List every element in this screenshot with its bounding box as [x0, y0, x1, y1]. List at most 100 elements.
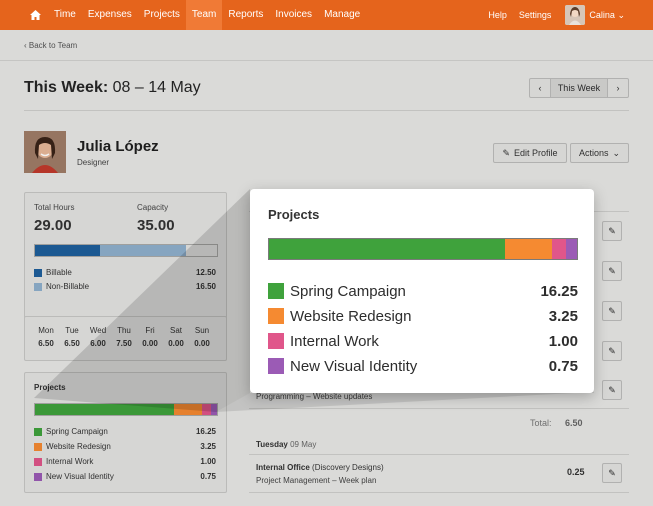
project-hours: 16.25: [540, 282, 578, 300]
nav-time[interactable]: Time: [48, 0, 82, 30]
projects-bar: [268, 238, 578, 260]
project-name: New Visual Identity: [46, 472, 114, 481]
project-swatch: [34, 457, 42, 466]
project-row: Website Redesign 3.25: [268, 307, 578, 325]
project-hours: 0.75: [548, 357, 578, 375]
daily-hours: Mon 6.50 Tue 6.50 Wed 6.00 Thu 7.50 Fri 0.00 Sat 0.…: [33, 326, 215, 348]
projects-mini-bar: [34, 403, 218, 416]
day-hours: 0.00: [194, 339, 210, 348]
total-hours-label: Total Hours: [34, 203, 75, 212]
project-name: Spring Campaign: [290, 282, 406, 300]
day-hours: 0.00: [142, 339, 158, 348]
entry-project-name: Internal Office: [256, 463, 310, 472]
nav-help[interactable]: Help: [482, 0, 513, 30]
edit-profile-button[interactable]: ✎ Edit Profile: [493, 143, 567, 163]
avatar[interactable]: [565, 5, 586, 25]
person-role: Designer: [77, 158, 110, 167]
capacity-label: Capacity: [137, 203, 169, 212]
entry-separator: –: [332, 476, 337, 485]
actions-button[interactable]: Actions ⌄: [570, 143, 629, 163]
entry-separator: –: [306, 392, 311, 401]
project-name: Spring Campaign: [46, 427, 108, 436]
project-name: Website Redesign: [46, 442, 111, 451]
non-billable-fill: [99, 245, 186, 256]
actions-label: Actions: [578, 148, 609, 158]
project-swatch: [268, 333, 284, 349]
billable-fill: [35, 245, 100, 256]
day-name: Wed: [89, 326, 107, 335]
project-name: Internal Work: [290, 332, 379, 350]
next-week-button[interactable]: ›: [608, 79, 628, 97]
entry-project: Internal Office (Discovery Designs): [256, 463, 384, 472]
user-menu[interactable]: Calina ⌄: [589, 10, 625, 21]
billable-value: 12.50: [195, 268, 216, 277]
pencil-icon: ✎: [608, 384, 616, 395]
hours-card: Total Hours 29.00 Capacity 35.00 Billabl…: [24, 192, 227, 328]
project-swatch: [34, 427, 42, 436]
day-name: Fri: [145, 326, 155, 335]
projects-card: Projects Spring Campaign 16.25 Website Red…: [24, 372, 227, 493]
day-name: Thu: [117, 326, 131, 335]
edit-entry-button[interactable]: ✎: [602, 341, 622, 361]
project-row: Internal Work 1.00: [268, 332, 578, 350]
day-hours: 7.50: [116, 339, 132, 348]
entry-hours: 0.25: [567, 467, 585, 477]
nav-manage[interactable]: Manage: [318, 0, 366, 30]
pencil-icon: ✎: [608, 265, 616, 276]
project-name: New Visual Identity: [290, 357, 418, 375]
nav-projects[interactable]: Projects: [138, 0, 186, 30]
project-legend-item: Internal Work: [34, 457, 93, 466]
top-nav: Time Expenses Projects Team Reports Invo…: [0, 0, 653, 30]
project-legend-item: Website Redesign: [34, 442, 111, 451]
day-column: Tue 6.50: [59, 326, 85, 348]
project-name: Website Redesign: [290, 307, 412, 325]
total-hours-value: 29.00: [34, 217, 72, 234]
billable-swatch: [34, 268, 42, 277]
this-week-button[interactable]: This Week: [550, 79, 608, 97]
chevron-right-icon: ›: [616, 83, 620, 93]
day-heading-date: 09 May: [290, 440, 317, 449]
project-name: Internal Work: [46, 457, 94, 466]
project-bar-segment: [269, 239, 505, 259]
day-hours: 6.50: [38, 339, 54, 348]
nav-expenses[interactable]: Expenses: [82, 0, 138, 30]
nav-reports[interactable]: Reports: [222, 0, 269, 30]
project-swatch: [34, 442, 42, 451]
pencil-icon: ✎: [502, 147, 510, 158]
divider: [24, 110, 629, 111]
day-column: Mon 6.50: [33, 326, 59, 348]
project-bar-segment: [202, 404, 211, 415]
entry-task: Programming – Website updates: [256, 392, 372, 401]
non-billable-swatch: [34, 282, 42, 291]
project-row: Spring Campaign 16.25: [268, 282, 578, 300]
day-name: Sat: [169, 326, 182, 335]
user-name: Calina: [589, 9, 615, 20]
nav-settings[interactable]: Settings: [513, 0, 558, 30]
back-link[interactable]: ‹ Back to Team: [24, 41, 77, 50]
chevron-left-icon: ‹: [538, 83, 542, 93]
nav-team[interactable]: Team: [185, 0, 223, 30]
person-name: Julia López: [77, 138, 159, 155]
nav-invoices[interactable]: Invoices: [269, 0, 318, 30]
non-billable-legend: Non-Billable: [34, 282, 89, 291]
project-bar-segment: [504, 239, 552, 259]
project-bar-segment: [551, 239, 567, 259]
home-icon[interactable]: [22, 0, 48, 30]
edit-entry-button[interactable]: ✎: [602, 380, 622, 400]
chevron-down-icon: ⌄: [617, 9, 625, 20]
project-row: New Visual Identity 0.75: [268, 357, 578, 375]
project-hours: 3.25: [200, 442, 216, 451]
day-hours: 6.50: [64, 339, 80, 348]
project-swatch: [268, 308, 284, 324]
pencil-icon: ✎: [608, 225, 616, 236]
edit-entry-button[interactable]: ✎: [602, 463, 622, 483]
day-column: Sat 0.00: [163, 326, 189, 348]
day-heading: Tuesday 09 May: [256, 440, 316, 449]
divider: [0, 60, 653, 61]
edit-entry-button[interactable]: ✎: [602, 261, 622, 281]
prev-week-button[interactable]: ‹: [530, 79, 550, 97]
edit-entry-button[interactable]: ✎: [602, 221, 622, 241]
week-range: 08 – 14 May: [112, 79, 201, 96]
week-prefix: This Week:: [24, 79, 109, 96]
edit-entry-button[interactable]: ✎: [602, 301, 622, 321]
